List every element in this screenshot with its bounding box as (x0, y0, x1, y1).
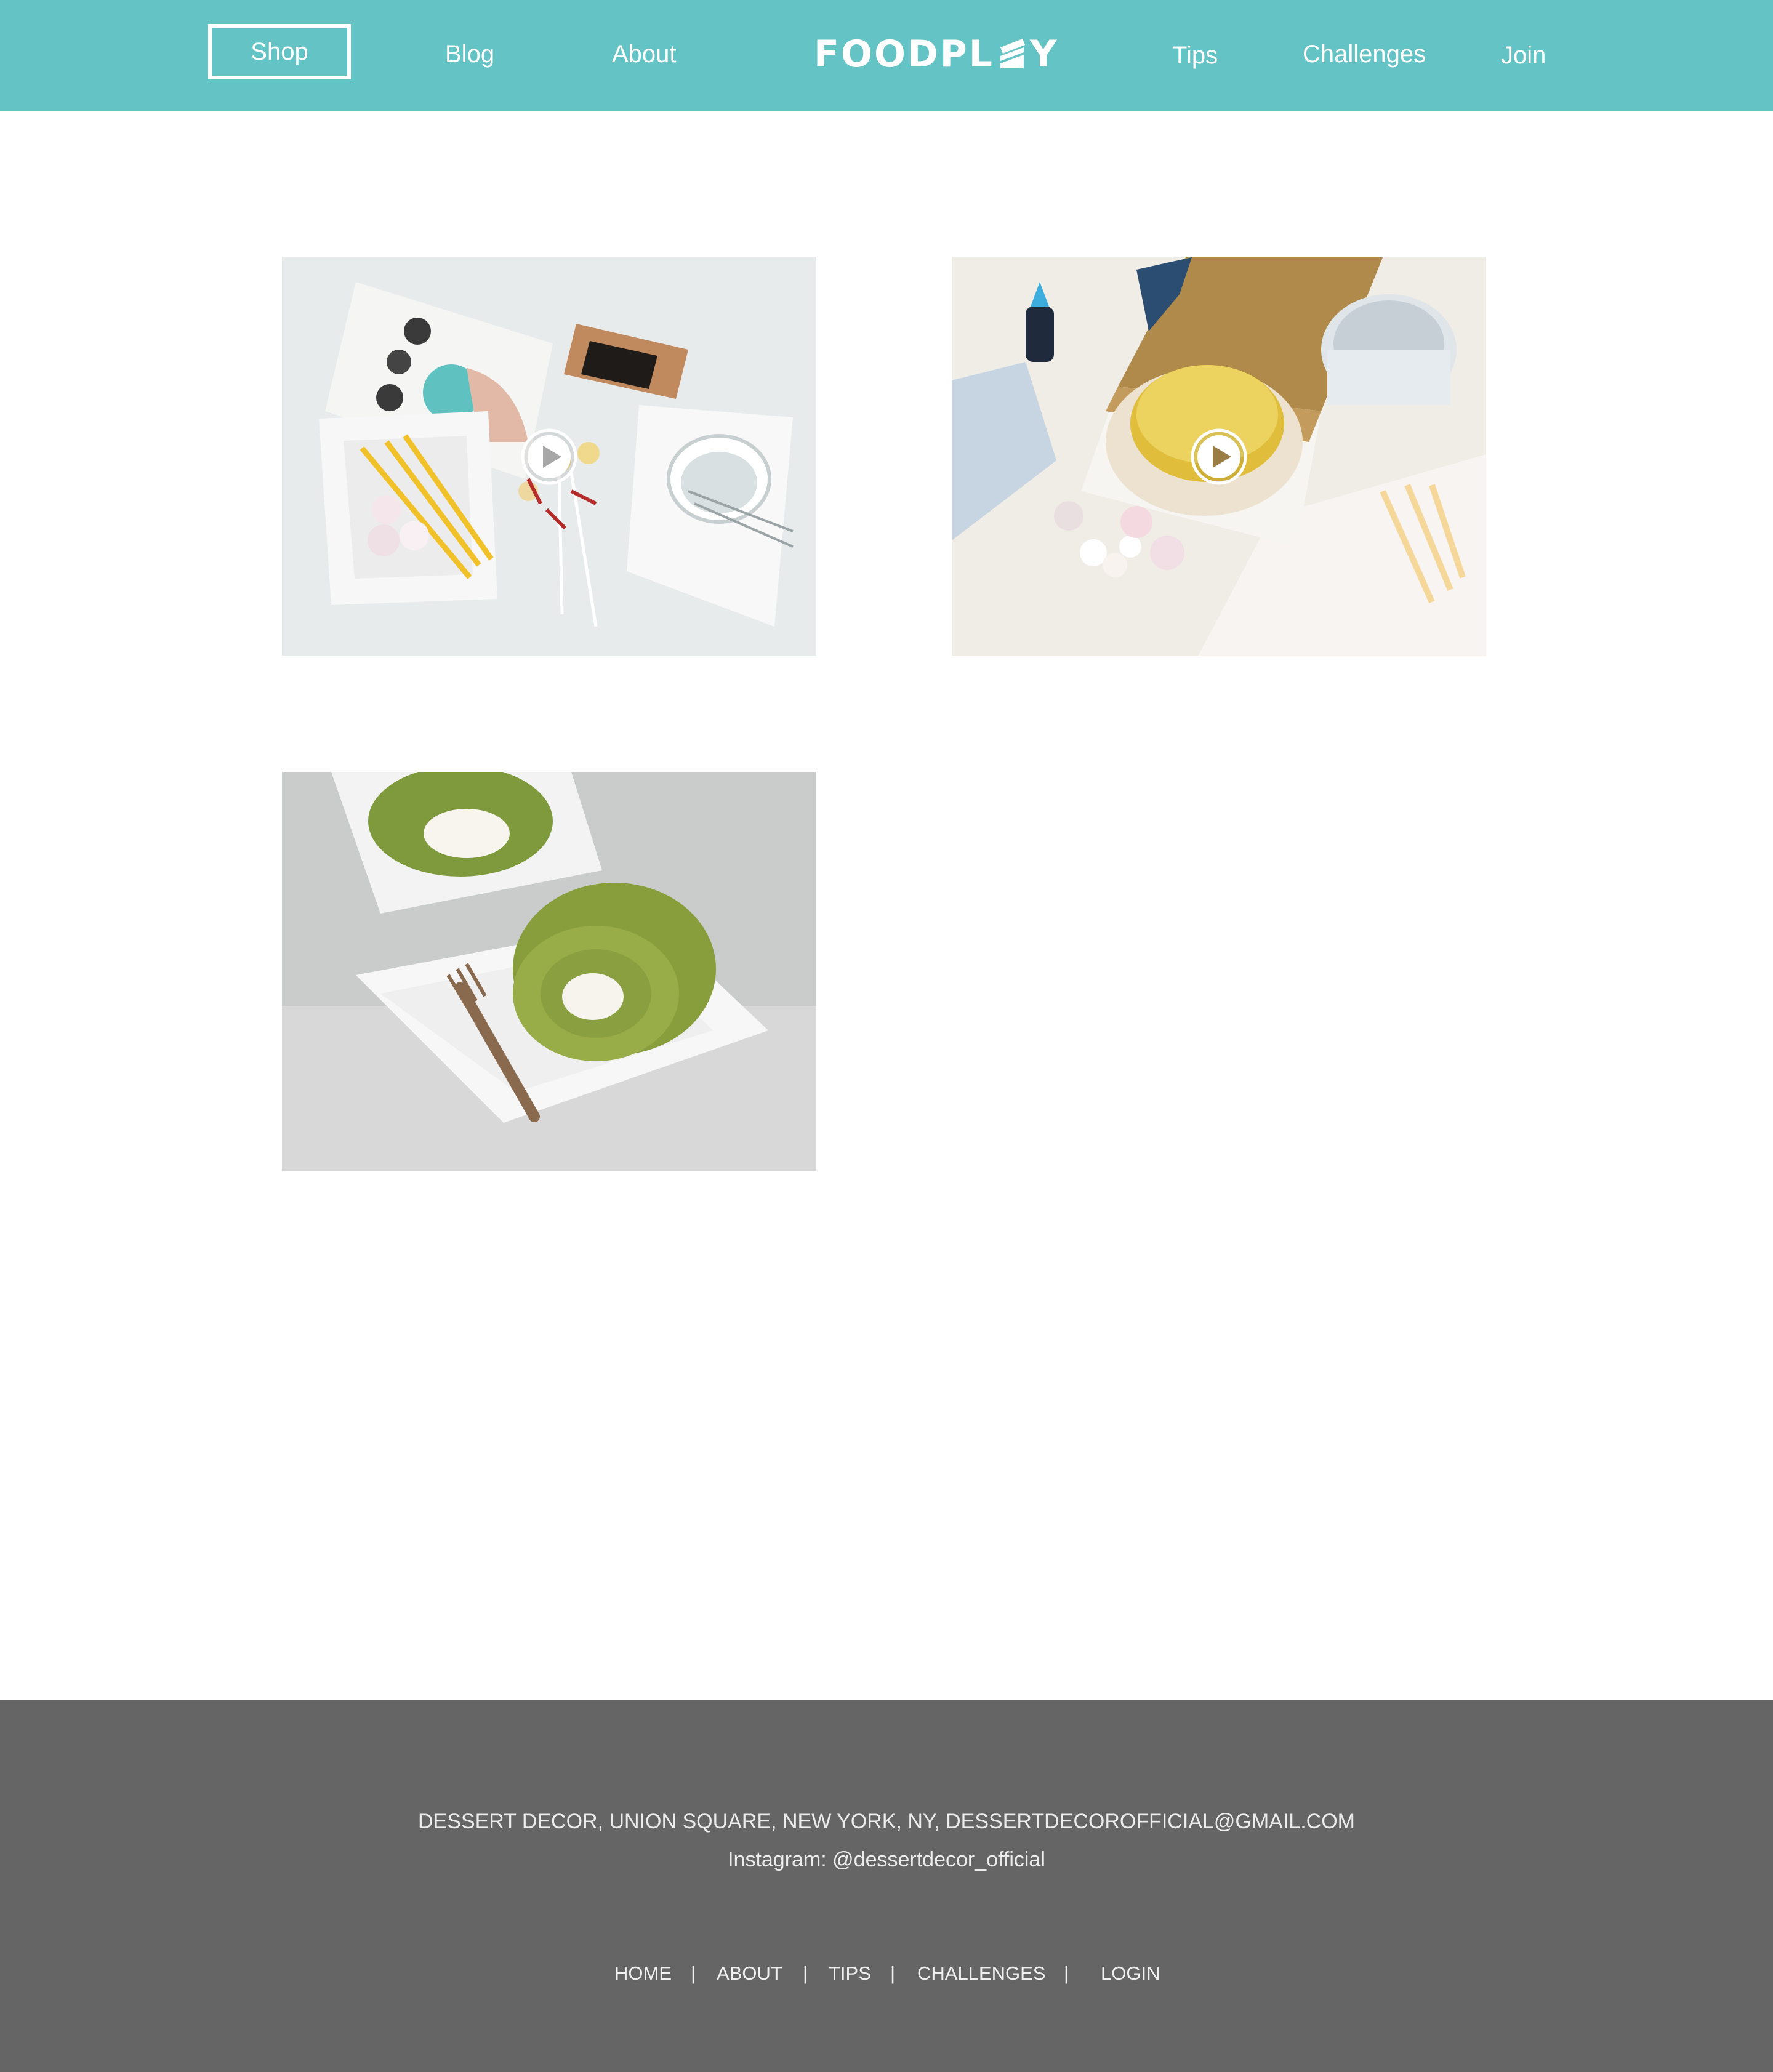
nav-challenges[interactable]: Challenges (1303, 42, 1426, 66)
play-icon[interactable] (520, 427, 579, 486)
gallery-item-matcha-roll[interactable] (282, 772, 816, 1171)
footer-link-challenges[interactable]: CHALLENGES (917, 1964, 1045, 1983)
play-icon[interactable] (1189, 427, 1248, 486)
footer-instagram[interactable]: Instagram: @dessertdecor_official (0, 1849, 1773, 1870)
footer-separator: | (691, 1962, 696, 1984)
footer-separator: | (803, 1962, 808, 1984)
footer-separator: | (1064, 1962, 1069, 1984)
cake-slice-icon (1000, 39, 1026, 68)
nav-blog[interactable]: Blog (445, 42, 494, 66)
site-footer: DESSERT DECOR, UNION SQUARE, NEW YORK, N… (0, 1700, 1773, 2072)
footer-link-tips[interactable]: TIPS (829, 1964, 871, 1983)
footer-address: DESSERT DECOR, UNION SQUARE, NEW YORK, N… (418, 1810, 1355, 1833)
logo-text-start: FOODPL (814, 33, 995, 76)
footer-link-about[interactable]: ABOUT (717, 1964, 782, 1983)
nav-shop-label: Shop (251, 38, 308, 65)
gallery-item-cake-box[interactable] (952, 257, 1486, 656)
nav-join[interactable]: Join (1501, 43, 1546, 68)
site-header: Shop Blog About FOODPL Y Tips Challenges… (0, 0, 1773, 111)
footer-link-login[interactable]: LOGIN (1101, 1964, 1160, 1983)
site-logo[interactable]: FOODPL Y (814, 33, 1059, 76)
matcha-roll-photo (282, 772, 816, 1171)
footer-separator: | (890, 1962, 896, 1984)
logo-text-end: Y (1030, 33, 1059, 76)
footer-nav: HOME | ABOUT | TIPS | CHALLENGES | LOGIN (0, 1964, 1773, 1988)
gallery-item-dessert-kit[interactable] (282, 257, 816, 656)
nav-about[interactable]: About (612, 42, 677, 66)
footer-link-home[interactable]: HOME (614, 1964, 672, 1983)
nav-tips[interactable]: Tips (1172, 43, 1218, 68)
nav-shop[interactable]: Shop (208, 24, 351, 79)
